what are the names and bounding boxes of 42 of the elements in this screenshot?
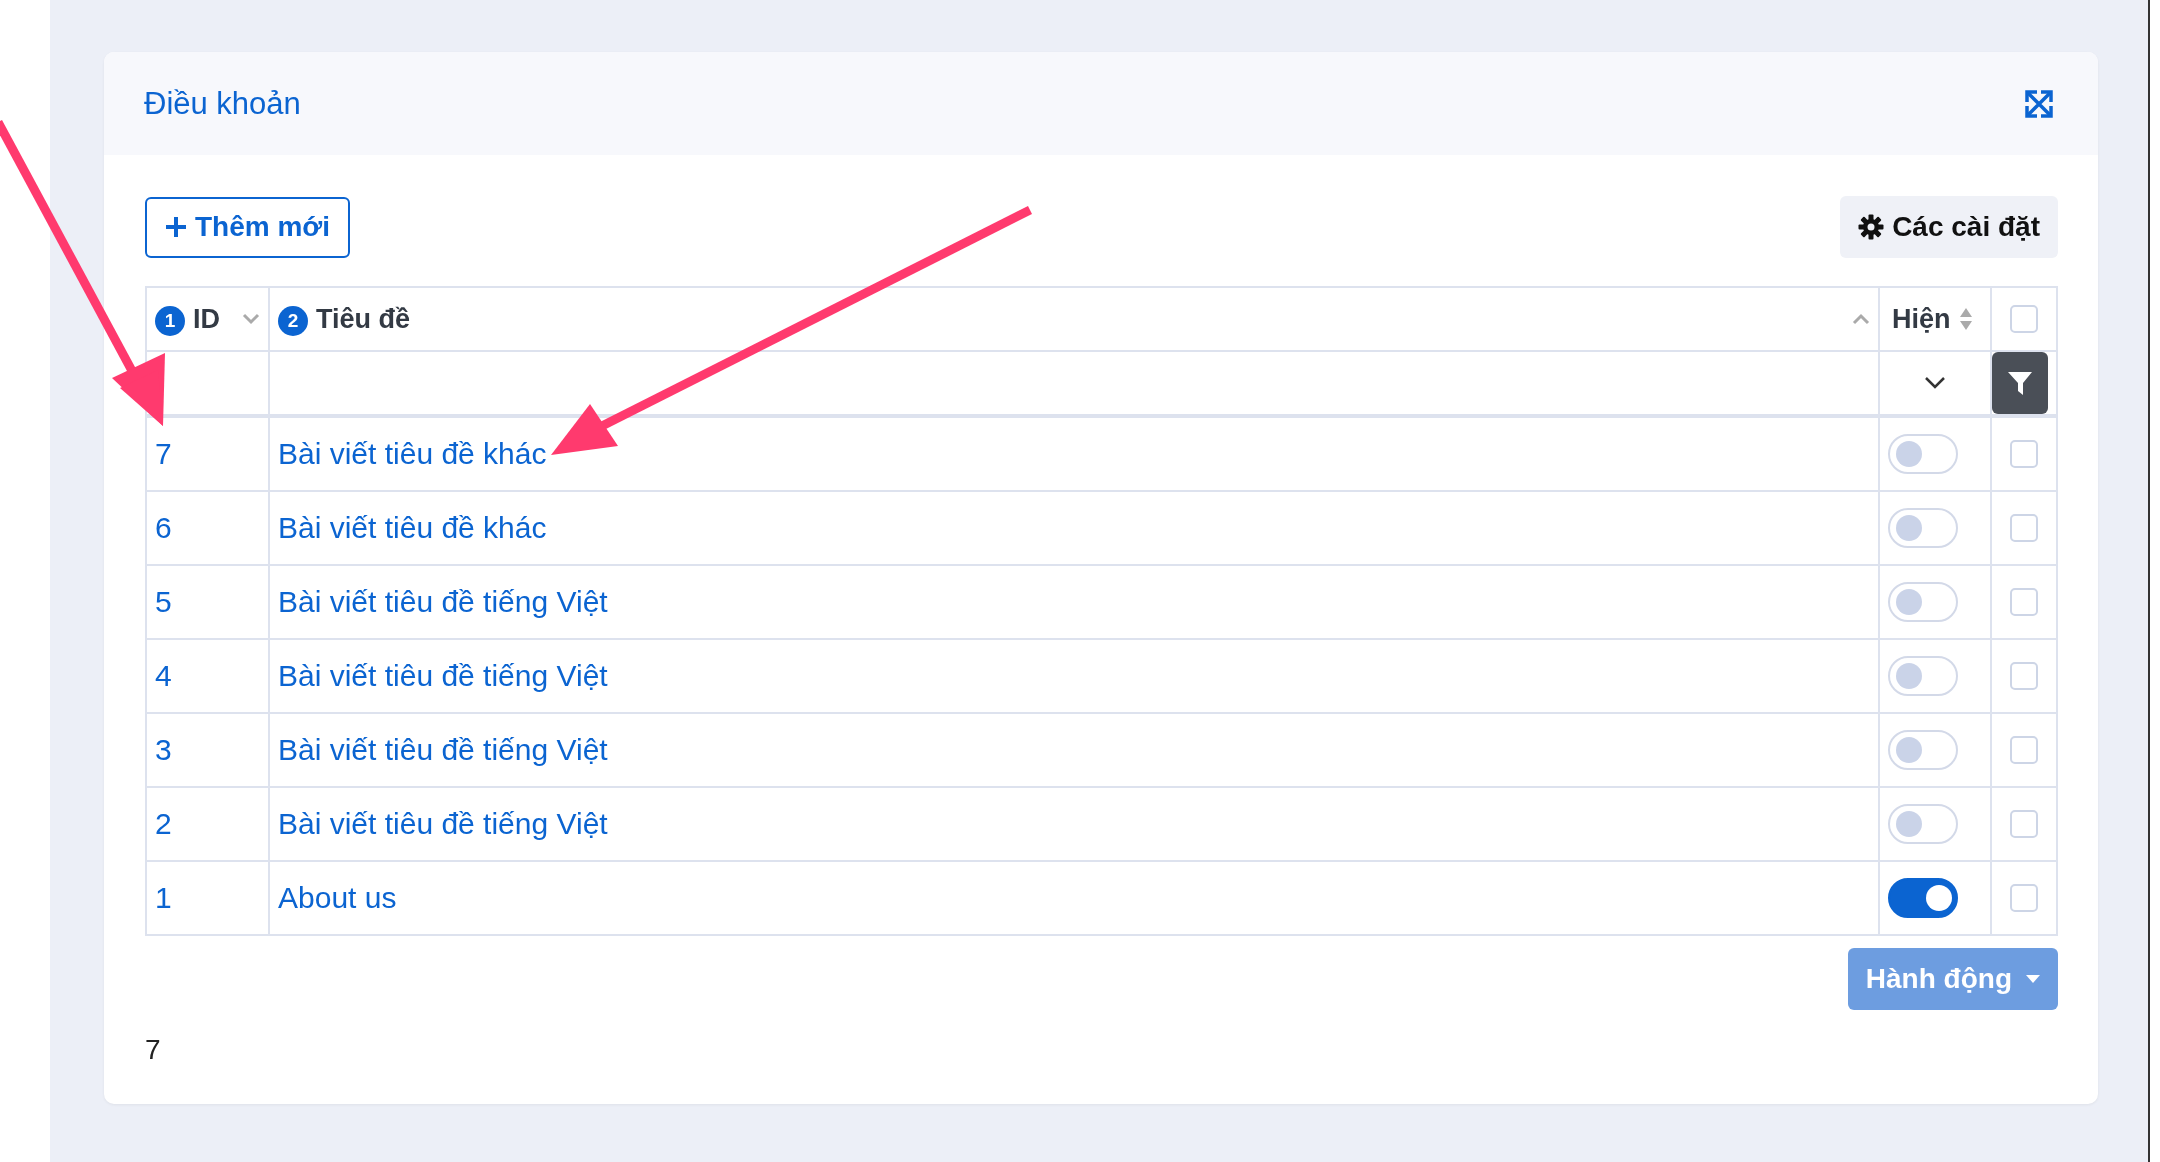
- title-link[interactable]: Bài viết tiêu đề tiếng Việt: [278, 807, 608, 841]
- column-header[interactable]: ID: [193, 303, 220, 335]
- card-title: Điều khoản: [144, 85, 301, 122]
- id-link[interactable]: 4: [155, 659, 172, 693]
- sort-icon: [1958, 307, 1973, 331]
- column-header[interactable]: Tiêu đề: [316, 303, 411, 335]
- title-link[interactable]: Bài viết tiêu đề tiếng Việt: [278, 585, 608, 619]
- id-link[interactable]: 2: [155, 807, 172, 841]
- visibility-toggle[interactable]: [1888, 878, 1958, 918]
- row-checkbox[interactable]: [2010, 810, 2038, 838]
- id-link[interactable]: 5: [155, 585, 172, 619]
- filter-icon: [2006, 369, 2034, 397]
- id-link[interactable]: 6: [155, 511, 172, 545]
- add-new-button[interactable]: Thêm mới: [145, 196, 351, 258]
- row-checkbox[interactable]: [2010, 514, 2038, 542]
- title-link[interactable]: Bài viết tiêu đề khác: [278, 511, 547, 545]
- filter-button[interactable]: [1992, 352, 2048, 414]
- id-link[interactable]: 1: [155, 881, 172, 915]
- row-checkbox[interactable]: [2010, 588, 2038, 616]
- sort-order-badge: 1: [155, 306, 185, 336]
- row-checkbox[interactable]: [2010, 736, 2038, 764]
- chevron-down-icon[interactable]: [1924, 376, 1946, 390]
- chevron-down-icon: [242, 313, 260, 325]
- expand-icon[interactable]: [2024, 88, 2054, 119]
- gear-icon: [1858, 214, 1885, 240]
- row-checkbox[interactable]: [2010, 662, 2038, 690]
- row-checkbox[interactable]: [2010, 440, 2038, 468]
- settings-button[interactable]: Các cài đặt: [1840, 196, 2058, 258]
- title-link[interactable]: Bài viết tiêu đề tiếng Việt: [278, 733, 608, 767]
- title-link[interactable]: About us: [278, 881, 397, 915]
- title-link[interactable]: Bài viết tiêu đề khác: [278, 437, 547, 471]
- chevron-up-icon: [1852, 313, 1870, 325]
- id-link[interactable]: 7: [155, 437, 172, 471]
- title-link[interactable]: Bài viết tiêu đề tiếng Việt: [278, 659, 608, 693]
- row-checkbox[interactable]: [2010, 884, 2038, 912]
- plus-icon: [165, 216, 187, 238]
- id-link[interactable]: 3: [155, 733, 172, 767]
- caret-icon: [2026, 975, 2040, 983]
- select-all-checkbox[interactable]: [2010, 305, 2038, 333]
- column-header[interactable]: Hiện: [1892, 303, 1951, 335]
- record-count: 7: [145, 1034, 162, 1066]
- sort-order-badge: 2: [278, 306, 308, 336]
